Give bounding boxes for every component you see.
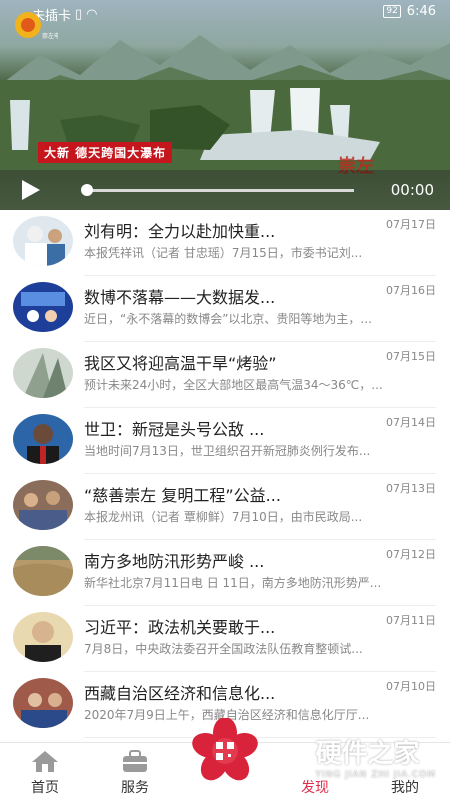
news-item[interactable]: 习近平：政法机关要敢于... 07月11日 7月8日，中央政法委召开全国政法队伍…: [0, 606, 450, 672]
progress-track[interactable]: [86, 189, 354, 192]
news-thumbnail: [13, 612, 73, 662]
news-date: 07月17日: [386, 218, 436, 231]
news-title: 数博不落幕——大数据发...: [84, 288, 276, 307]
news-item[interactable]: 数博不落幕——大数据发... 07月16日 近日，“永不落幕的数博会”以北京、贵…: [0, 276, 450, 342]
station-logo: 崇左电视台: [15, 12, 58, 40]
news-title: 南方多地防汛形势严峻 ...: [84, 552, 265, 571]
tab-label: 我的: [391, 780, 419, 796]
news-summary: 预计未来24小时，全区大部地区最高气温34～36℃，...: [84, 378, 383, 392]
progress-knob[interactable]: [81, 184, 93, 196]
news-summary: 7月8日，中央政法委召开全国政法队伍教育整顿试...: [84, 642, 363, 656]
news-list: 刘有明：全力以赴加快重... 07月17日 本报凭祥讯（记者 甘忠瑶）7月15日…: [0, 210, 450, 742]
news-summary: 新华社北京7月11日电 日 11日，南方多地防汛形势严...: [84, 576, 382, 590]
news-title: 西藏自治区经济和信息化...: [84, 684, 276, 703]
news-title: 习近平：政法机关要敢于...: [84, 618, 276, 637]
battery-icon: 92: [383, 5, 401, 18]
news-date: 07月14日: [386, 416, 436, 429]
news-date: 07月11日: [386, 614, 436, 627]
news-date: 07月13日: [386, 482, 436, 495]
news-summary: 本报凭祥讯（记者 甘忠瑶）7月15日，市委书记刘...: [84, 246, 363, 260]
clock-time: 6:46: [406, 4, 436, 19]
logo-text: 崇左电视台: [42, 32, 58, 40]
tab-home[interactable]: 首页: [5, 743, 85, 801]
news-date: 07月16日: [386, 284, 436, 297]
video-controls: 00:00: [0, 170, 450, 210]
news-thumbnail: [13, 216, 73, 266]
news-item[interactable]: 我区又将迎高温干旱“烤验” 07月15日 预计未来24小时，全区大部地区最高气温…: [0, 342, 450, 408]
news-item[interactable]: “慈善崇左 复明工程”公益... 07月13日 本报龙州讯（记者 覃柳鲜）7月1…: [0, 474, 450, 540]
play-icon[interactable]: [22, 180, 40, 200]
video-caption: 大新 德天跨国大瀑布: [38, 142, 173, 163]
news-summary: 近日，“永不落幕的数博会”以北京、贵阳等地为主，...: [84, 312, 372, 326]
news-summary: 本报龙州讯（记者 覃柳鲜）7月10日，由市民政局...: [84, 510, 363, 524]
news-summary: 当地时间7月13日，世卫组织召开新冠肺炎例行发布...: [84, 444, 371, 458]
news-item[interactable]: 刘有明：全力以赴加快重... 07月17日 本报凭祥讯（记者 甘忠瑶）7月15日…: [0, 210, 450, 276]
news-date: 07月10日: [386, 680, 436, 693]
news-item[interactable]: 南方多地防汛形势严峻 ... 07月12日 新华社北京7月11日电 日 11日，…: [0, 540, 450, 606]
news-date: 07月15日: [386, 350, 436, 363]
news-thumbnail: [13, 480, 73, 530]
news-title: 我区又将迎高温干旱“烤验”: [84, 354, 277, 373]
news-title: 刘有明：全力以赴加快重...: [84, 222, 276, 241]
home-icon: [32, 751, 58, 772]
briefcase-icon: [123, 750, 147, 772]
news-title: 世卫：新冠是头号公敌 ...: [84, 420, 265, 439]
tab-label: 发现: [301, 780, 329, 796]
video-player[interactable]: 未插卡 ▯ ◠ 92 6:46 崇左电视台 大新 德天跨国大瀑布 崇左 00:0…: [0, 0, 450, 210]
tab-label: 首页: [31, 780, 59, 796]
news-title: “慈善崇左 复明工程”公益...: [84, 486, 281, 505]
news-thumbnail: [13, 414, 73, 464]
video-time: 00:00: [390, 181, 434, 199]
tab-service[interactable]: 服务: [95, 743, 175, 801]
news-date: 07月12日: [386, 548, 436, 561]
status-bar: 未插卡 ▯ ◠ 92 6:46: [0, 0, 450, 26]
tab-label: 服务: [121, 780, 149, 796]
news-thumbnail: [13, 546, 73, 596]
sim-icon: ▯: [75, 7, 83, 22]
discover-flower-icon[interactable]: [188, 718, 262, 784]
news-item[interactable]: 世卫：新冠是头号公敌 ... 07月14日 当地时间7月13日，世卫组织召开新冠…: [0, 408, 450, 474]
site-watermark: 硬件之家 YING JIAN ZHI JIA.COM: [315, 733, 436, 780]
watermark-cn: 硬件之家: [315, 739, 420, 769]
news-thumbnail: [13, 348, 73, 398]
news-thumbnail: [13, 282, 73, 332]
watermark-en: YING JIAN ZHI JIA.COM: [315, 770, 436, 780]
wifi-icon: ◠: [86, 7, 98, 22]
news-thumbnail: [13, 678, 73, 728]
